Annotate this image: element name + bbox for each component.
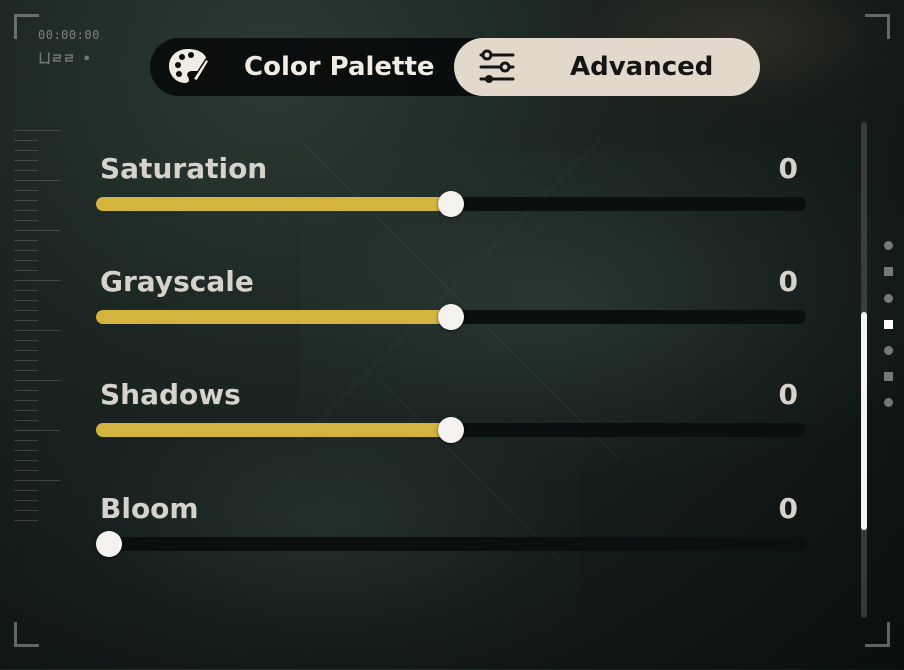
ruler-tick (14, 220, 38, 221)
slider-value: 0 (778, 265, 798, 298)
slider-label: Grayscale (100, 265, 254, 298)
ruler-tick (14, 390, 38, 391)
ruler-tick (14, 260, 38, 261)
ruler-tick (14, 300, 38, 301)
slider-fill (96, 310, 451, 324)
section-indicator (882, 238, 896, 413)
ruler-tick (14, 170, 38, 171)
slider-track[interactable] (96, 417, 806, 443)
ruler-tick (14, 190, 38, 191)
slider-value: 0 (778, 152, 798, 185)
sliders-icon (474, 44, 520, 90)
recording-label: ㄩㄹㄹ • (38, 52, 91, 67)
ruler-tick (14, 400, 38, 401)
slider-knob[interactable] (438, 417, 464, 443)
timecode: 00:00:00 (38, 28, 100, 42)
slider-bloom: Bloom 0 (96, 492, 806, 562)
slider-label: Shadows (100, 378, 241, 411)
slider-track[interactable] (96, 304, 806, 330)
ruler-tick (14, 330, 60, 331)
viewfinder-corner (14, 622, 39, 647)
ruler-tick (14, 480, 60, 481)
tab-color-palette[interactable]: Color Palette (150, 38, 450, 96)
ruler-tick (14, 450, 38, 451)
ruler-tick (14, 360, 38, 361)
ruler-tick (14, 210, 38, 211)
slider-knob[interactable] (438, 191, 464, 217)
mode-tabs: Color Palette Advanced (150, 38, 760, 96)
ruler-tick (14, 470, 38, 471)
section-dot (884, 294, 893, 303)
slider-next-faded (96, 604, 806, 634)
ruler-tick (14, 230, 60, 231)
ruler-tick (14, 380, 60, 381)
ruler-tick (14, 370, 38, 371)
ruler-tick (14, 160, 38, 161)
section-dot (884, 346, 893, 355)
slider-track[interactable] (96, 531, 806, 557)
ruler-tick (14, 200, 38, 201)
ruler-tick (14, 340, 38, 341)
ruler-tick (14, 490, 38, 491)
ruler-tick (14, 310, 38, 311)
ruler-tick (14, 350, 38, 351)
tab-advanced[interactable]: Advanced (454, 38, 760, 96)
slider-shadows: Shadows 0 (96, 378, 806, 448)
ruler-tick (14, 270, 38, 271)
ruler-tick (14, 500, 38, 501)
viewfinder-corner (865, 14, 890, 39)
slider-label: Bloom (100, 492, 199, 525)
ruler-tick (14, 320, 38, 321)
slider-saturation: Saturation 0 (96, 152, 806, 222)
section-dot (884, 398, 893, 407)
tab-advanced-label: Advanced (570, 52, 714, 82)
ruler-tick (14, 510, 38, 511)
scrollbar[interactable] (861, 122, 867, 618)
slider-knob[interactable] (96, 531, 122, 557)
ruler-tick (14, 460, 38, 461)
slider-fill (96, 197, 451, 211)
ruler-tick (14, 430, 60, 431)
slider-track[interactable] (96, 191, 806, 217)
tab-color-palette-label: Color Palette (244, 52, 435, 82)
slider-knob[interactable] (438, 304, 464, 330)
viewfinder-corner (14, 14, 39, 39)
ruler-tick (14, 130, 60, 131)
ruler-tick (14, 250, 38, 251)
viewfinder-corner (865, 622, 890, 647)
slider-grayscale: Grayscale 0 (96, 265, 806, 335)
ruler-tick (14, 290, 38, 291)
section-dot (884, 241, 893, 250)
slider-value: 0 (778, 492, 798, 525)
slider-label: Saturation (100, 152, 268, 185)
ruler-tick (14, 440, 38, 441)
palette-icon (162, 41, 214, 93)
section-dot (884, 267, 893, 276)
section-dot (884, 372, 893, 381)
ruler-tick (14, 520, 38, 521)
left-ruler (14, 130, 64, 540)
slider-value: 0 (778, 378, 798, 411)
ruler-tick (14, 280, 60, 281)
ruler-tick (14, 420, 38, 421)
slider-fill (96, 423, 451, 437)
ruler-tick (14, 180, 60, 181)
ruler-tick (14, 140, 38, 141)
ruler-tick (14, 240, 38, 241)
ruler-tick (14, 410, 38, 411)
ruler-tick (14, 150, 38, 151)
section-dot-active (884, 320, 893, 329)
scrollbar-thumb[interactable] (861, 312, 867, 531)
